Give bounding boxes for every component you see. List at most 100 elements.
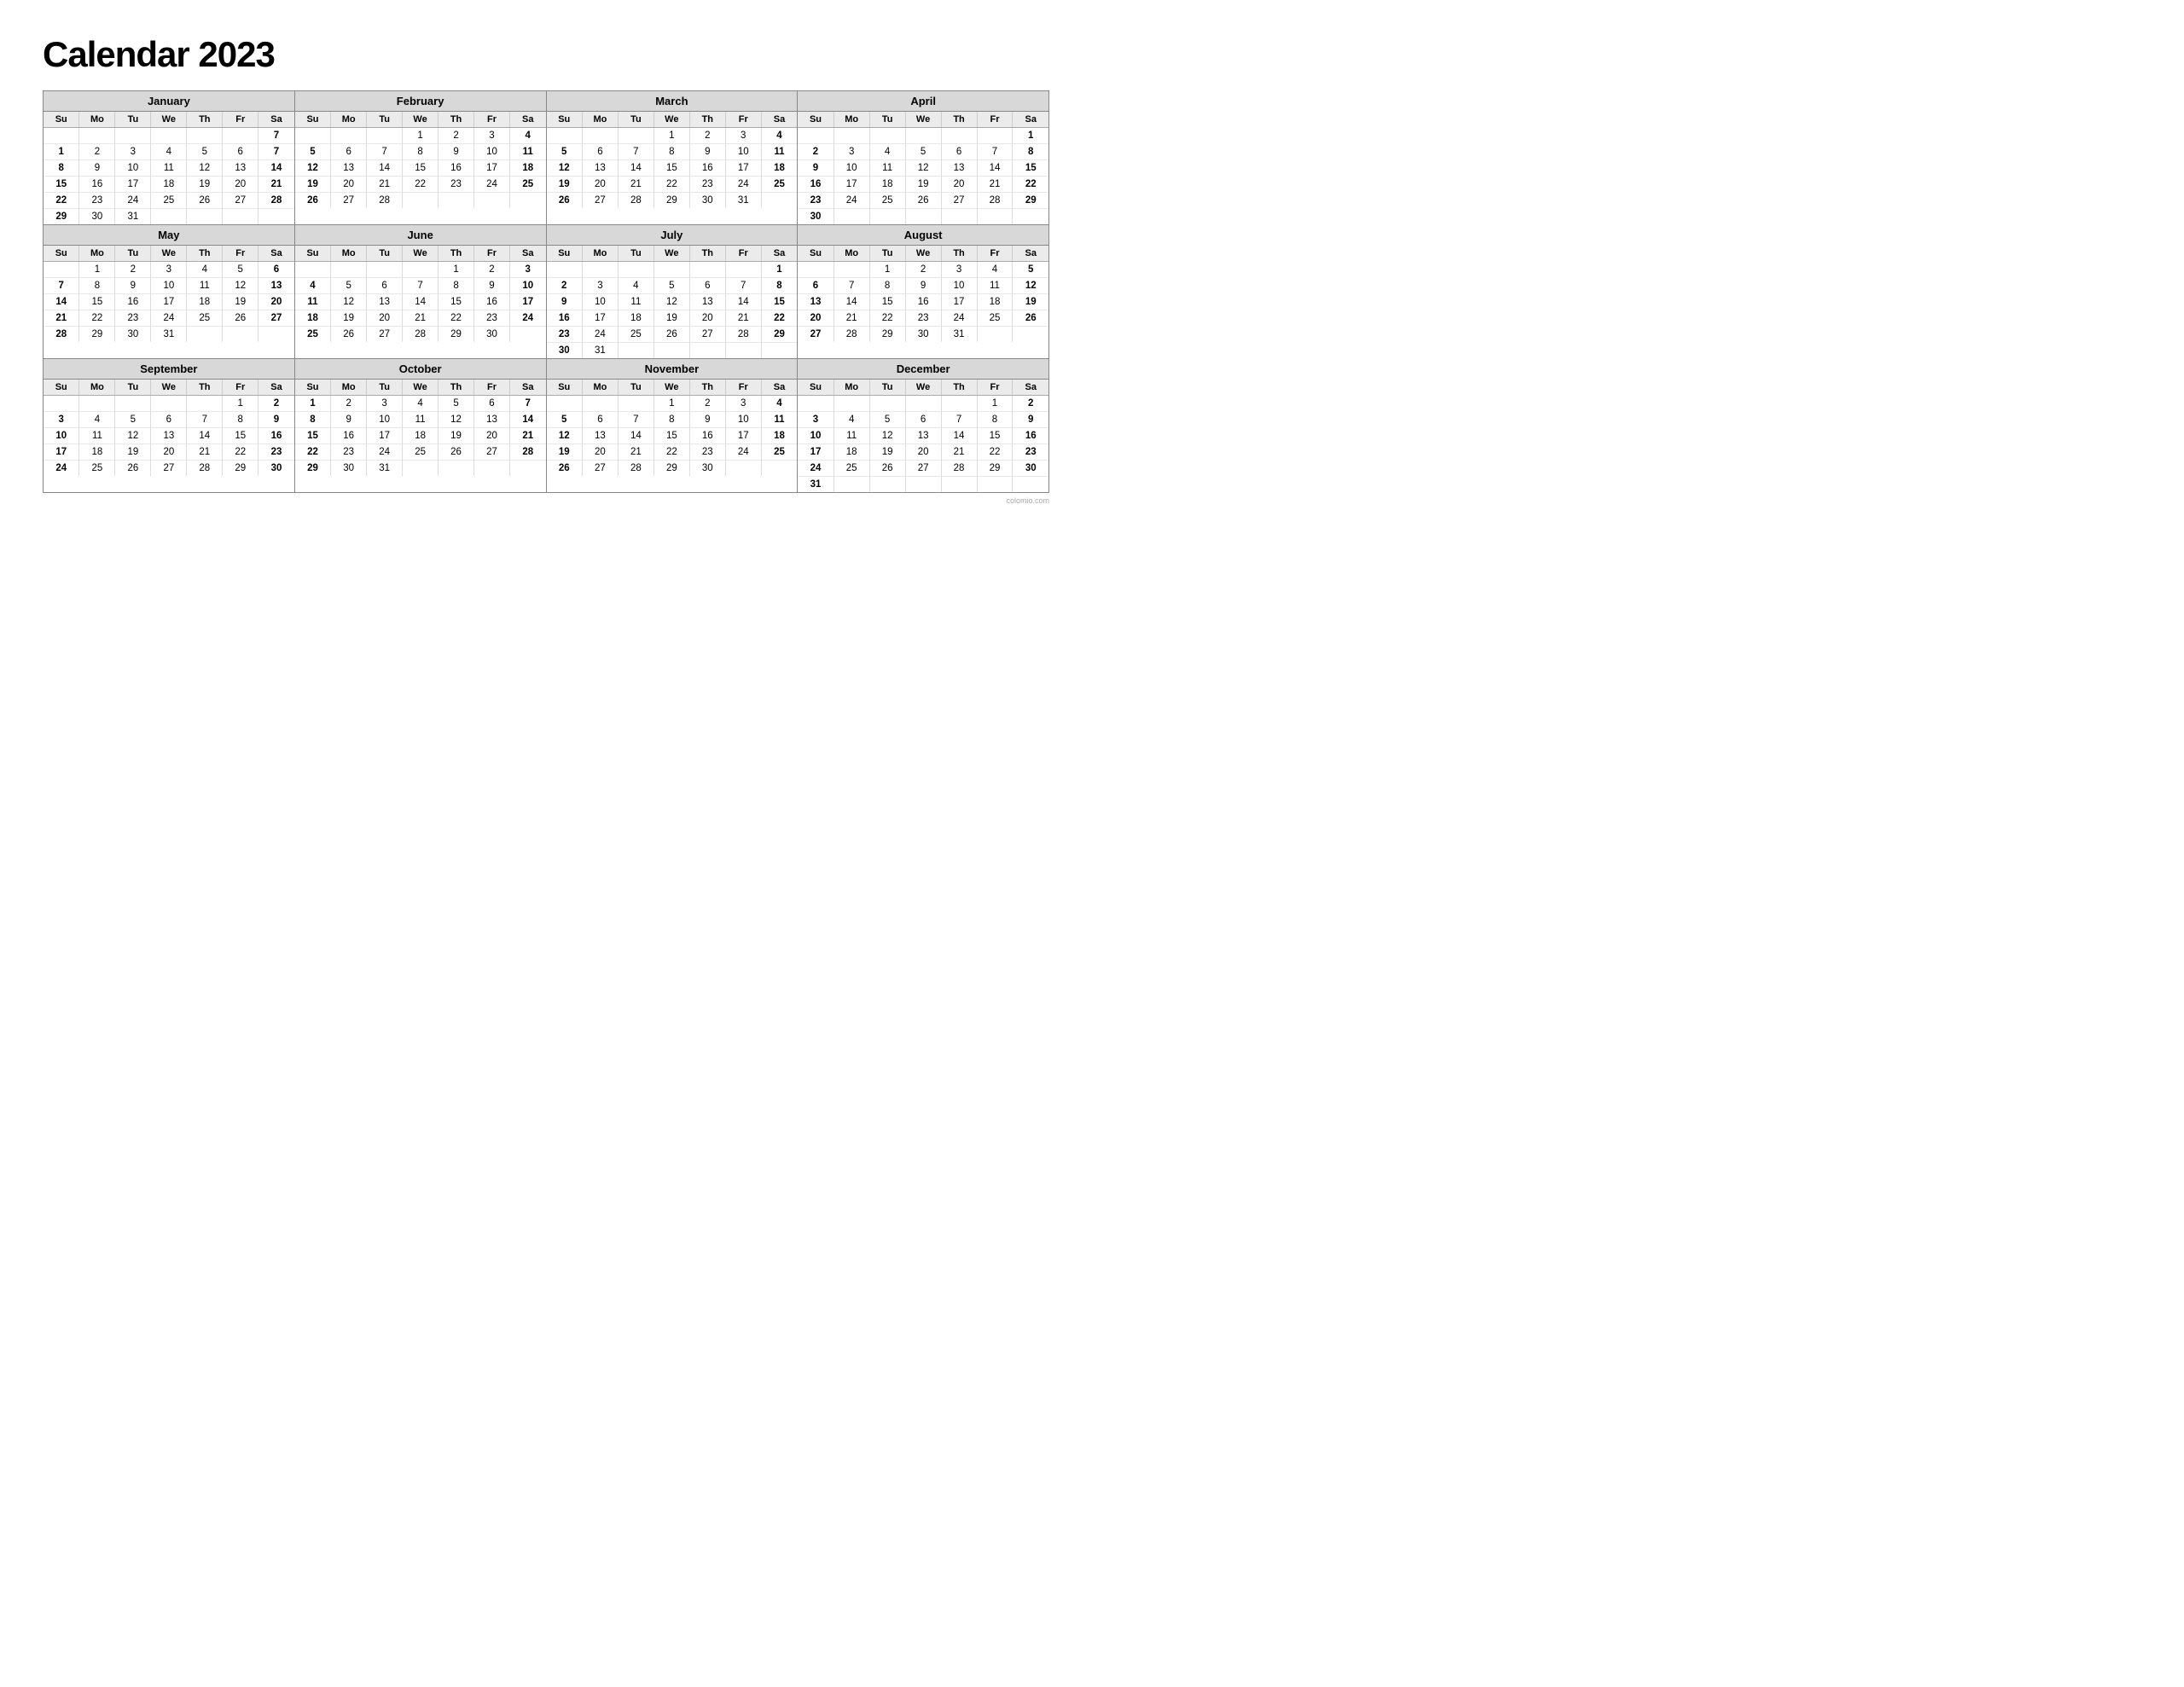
calendar-day	[509, 461, 545, 477]
calendar-day: 12	[869, 428, 905, 444]
month-title: May	[44, 225, 294, 246]
calendar-day: 21	[725, 310, 761, 327]
calendar-day	[509, 327, 545, 343]
calendar-day: 26	[905, 193, 941, 209]
calendar-day: 23	[331, 444, 367, 461]
day-header-th: Th	[689, 380, 725, 396]
calendar-day: 30	[547, 343, 583, 359]
calendar-day: 15	[44, 177, 79, 193]
calendar-day: 8	[977, 412, 1013, 428]
calendar-day: 2	[474, 262, 510, 278]
calendar-day: 14	[403, 294, 439, 310]
month-january: JanuarySuMoTuWeThFrSa7123456789101112131…	[44, 91, 295, 225]
calendar-day: 21	[618, 444, 653, 461]
calendar-day: 25	[761, 177, 797, 193]
calendar-day: 27	[582, 461, 618, 477]
day-header-mo: Mo	[331, 112, 367, 128]
calendar-day: 9	[79, 160, 115, 177]
calendar-day: 18	[79, 444, 115, 461]
month-table: SuMoTuWeThFrSa12345678910111213141516171…	[547, 112, 798, 208]
calendar-day: 16	[331, 428, 367, 444]
calendar-day	[403, 262, 439, 278]
calendar-day: 17	[725, 160, 761, 177]
day-header-tu: Tu	[869, 380, 905, 396]
calendar-day	[223, 209, 258, 225]
calendar-day: 30	[79, 209, 115, 225]
calendar-day: 8	[403, 144, 439, 160]
calendar-day: 13	[331, 160, 367, 177]
calendar-day: 14	[258, 160, 294, 177]
calendar-day	[977, 209, 1013, 225]
calendar-day: 31	[151, 327, 187, 343]
calendar-day: 16	[439, 160, 474, 177]
calendar-day: 29	[44, 209, 79, 225]
calendar-day: 16	[905, 294, 941, 310]
calendar-day: 24	[44, 461, 79, 477]
calendar-day: 17	[151, 294, 187, 310]
day-header-tu: Tu	[367, 246, 403, 262]
calendar-day: 25	[187, 310, 223, 327]
day-header-fr: Fr	[725, 246, 761, 262]
calendar-day: 26	[869, 461, 905, 477]
calendar-day: 29	[653, 193, 689, 209]
calendar-day: 2	[258, 396, 294, 412]
calendar-day: 17	[725, 428, 761, 444]
calendar-day: 19	[1013, 294, 1048, 310]
day-header-th: Th	[941, 380, 977, 396]
calendar-day: 1	[439, 262, 474, 278]
calendar-day: 29	[439, 327, 474, 343]
calendar-day: 14	[509, 412, 545, 428]
calendar-day: 29	[223, 461, 258, 477]
calendar-day	[834, 396, 869, 412]
calendar-day: 26	[1013, 310, 1048, 327]
calendar-day: 9	[439, 144, 474, 160]
calendar-day: 2	[331, 396, 367, 412]
day-header-su: Su	[295, 380, 331, 396]
calendar-day: 23	[1013, 444, 1048, 461]
calendar-day: 1	[1013, 128, 1048, 144]
calendar-day: 19	[547, 177, 583, 193]
calendar-day: 21	[509, 428, 545, 444]
calendar-day: 12	[439, 412, 474, 428]
calendar-day	[618, 128, 653, 144]
day-header-th: Th	[439, 112, 474, 128]
day-header-th: Th	[187, 380, 223, 396]
calendar-day	[689, 343, 725, 359]
calendar-day	[151, 396, 187, 412]
calendar-day	[547, 128, 583, 144]
calendar-day: 6	[941, 144, 977, 160]
month-february: FebruarySuMoTuWeThFrSa123456789101112131…	[295, 91, 547, 225]
calendar-day: 24	[725, 177, 761, 193]
calendar-day: 17	[367, 428, 403, 444]
calendar-day: 18	[761, 428, 797, 444]
calendar-day: 27	[151, 461, 187, 477]
day-header-sa: Sa	[761, 380, 797, 396]
day-header-su: Su	[798, 246, 834, 262]
day-header-su: Su	[295, 112, 331, 128]
calendar-day: 30	[258, 461, 294, 477]
calendar-day: 27	[798, 327, 834, 343]
day-header-we: We	[905, 380, 941, 396]
calendar-day: 25	[295, 327, 331, 343]
day-header-mo: Mo	[582, 112, 618, 128]
day-header-fr: Fr	[223, 246, 258, 262]
calendar-day: 11	[834, 428, 869, 444]
day-header-th: Th	[689, 112, 725, 128]
calendar-day: 16	[689, 428, 725, 444]
calendar-day: 9	[689, 144, 725, 160]
calendar-day	[1013, 209, 1048, 225]
calendar-day: 20	[474, 428, 510, 444]
calendar-day: 9	[798, 160, 834, 177]
calendar-day: 12	[547, 160, 583, 177]
calendar-day	[115, 396, 151, 412]
month-title: September	[44, 359, 294, 380]
day-header-we: We	[905, 246, 941, 262]
calendar-day: 2	[115, 262, 151, 278]
month-title: February	[295, 91, 546, 112]
calendar-day: 10	[509, 278, 545, 294]
calendar-day: 28	[977, 193, 1013, 209]
calendar-day	[977, 477, 1013, 493]
calendar-day	[977, 327, 1013, 343]
calendar-day: 12	[547, 428, 583, 444]
calendar-day: 20	[223, 177, 258, 193]
